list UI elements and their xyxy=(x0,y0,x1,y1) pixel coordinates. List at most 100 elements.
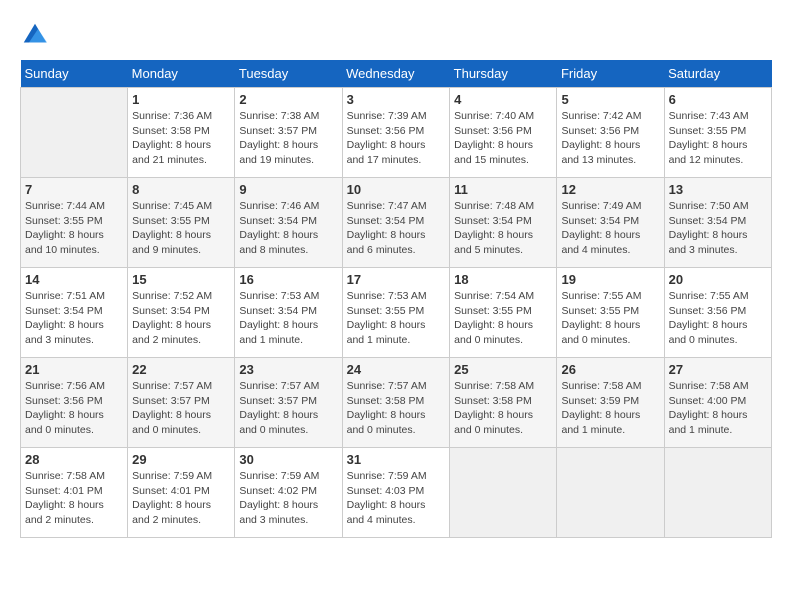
day-of-week-monday: Monday xyxy=(128,60,235,88)
calendar-cell: 19 Sunrise: 7:55 AM Sunset: 3:55 PM Dayli… xyxy=(557,268,664,358)
day-number: 8 xyxy=(132,182,230,197)
calendar-cell: 5 Sunrise: 7:42 AM Sunset: 3:56 PM Daylig… xyxy=(557,88,664,178)
day-number: 30 xyxy=(239,452,337,467)
page-header xyxy=(20,20,772,50)
calendar-table: SundayMondayTuesdayWednesdayThursdayFrid… xyxy=(20,60,772,538)
calendar-cell: 29 Sunrise: 7:59 AM Sunset: 4:01 PM Dayli… xyxy=(128,448,235,538)
day-info: Sunrise: 7:57 AM Sunset: 3:57 PM Dayligh… xyxy=(239,379,337,438)
day-number: 31 xyxy=(347,452,446,467)
week-row-4: 21Sunrise: 7:56 AM Sunset: 3:56 PM Dayli… xyxy=(21,358,772,448)
day-info: Sunrise: 7:54 AM Sunset: 3:55 PM Dayligh… xyxy=(454,289,552,348)
calendar-cell: 25 Sunrise: 7:58 AM Sunset: 3:58 PM Dayli… xyxy=(450,358,557,448)
day-info: Sunrise: 7:44 AM Sunset: 3:55 PM Dayligh… xyxy=(25,199,123,258)
day-info: Sunrise: 7:58 AM Sunset: 4:00 PM Dayligh… xyxy=(669,379,767,438)
day-of-week-sunday: Sunday xyxy=(21,60,128,88)
day-number: 23 xyxy=(239,362,337,377)
day-info: Sunrise: 7:57 AM Sunset: 3:58 PM Dayligh… xyxy=(347,379,446,438)
day-number: 10 xyxy=(347,182,446,197)
calendar-cell: 9Sunrise: 7:46 AM Sunset: 3:54 PM Daylig… xyxy=(235,178,342,268)
day-info: Sunrise: 7:36 AM Sunset: 3:58 PM Dayligh… xyxy=(132,109,230,168)
day-info: Sunrise: 7:38 AM Sunset: 3:57 PM Dayligh… xyxy=(239,109,337,168)
week-row-3: 14 Sunrise: 7:51 AM Sunset: 3:54 PM Dayli… xyxy=(21,268,772,358)
calendar-cell: 3 Sunrise: 7:39 AM Sunset: 3:56 PM Daylig… xyxy=(342,88,450,178)
calendar-cell: 10Sunrise: 7:47 AM Sunset: 3:54 PM Dayli… xyxy=(342,178,450,268)
day-info: Sunrise: 7:45 AM Sunset: 3:55 PM Dayligh… xyxy=(132,199,230,258)
day-number: 17 xyxy=(347,272,446,287)
day-of-week-wednesday: Wednesday xyxy=(342,60,450,88)
day-of-week-friday: Friday xyxy=(557,60,664,88)
calendar-cell: 23 Sunrise: 7:57 AM Sunset: 3:57 PM Dayli… xyxy=(235,358,342,448)
day-number: 20 xyxy=(669,272,767,287)
day-number: 14 xyxy=(25,272,123,287)
calendar-cell: 13Sunrise: 7:50 AM Sunset: 3:54 PM Dayli… xyxy=(664,178,771,268)
day-info: Sunrise: 7:43 AM Sunset: 3:55 PM Dayligh… xyxy=(669,109,767,168)
day-of-week-saturday: Saturday xyxy=(664,60,771,88)
day-number: 15 xyxy=(132,272,230,287)
calendar-cell: 21Sunrise: 7:56 AM Sunset: 3:56 PM Dayli… xyxy=(21,358,128,448)
day-number: 25 xyxy=(454,362,552,377)
day-info: Sunrise: 7:42 AM Sunset: 3:56 PM Dayligh… xyxy=(561,109,659,168)
calendar-cell xyxy=(450,448,557,538)
day-number: 2 xyxy=(239,92,337,107)
calendar-cell: 8 Sunrise: 7:45 AM Sunset: 3:55 PM Daylig… xyxy=(128,178,235,268)
week-row-5: 28 Sunrise: 7:58 AM Sunset: 4:01 PM Dayli… xyxy=(21,448,772,538)
day-info: Sunrise: 7:40 AM Sunset: 3:56 PM Dayligh… xyxy=(454,109,552,168)
day-number: 13 xyxy=(669,182,767,197)
calendar-cell: 30 Sunrise: 7:59 AM Sunset: 4:02 PM Dayli… xyxy=(235,448,342,538)
day-info: Sunrise: 7:59 AM Sunset: 4:03 PM Dayligh… xyxy=(347,469,446,528)
day-number: 9 xyxy=(239,182,337,197)
calendar-cell: 4Sunrise: 7:40 AM Sunset: 3:56 PM Daylig… xyxy=(450,88,557,178)
day-number: 27 xyxy=(669,362,767,377)
calendar-cell: 24Sunrise: 7:57 AM Sunset: 3:58 PM Dayli… xyxy=(342,358,450,448)
day-number: 19 xyxy=(561,272,659,287)
day-number: 12 xyxy=(561,182,659,197)
day-number: 29 xyxy=(132,452,230,467)
days-of-week-row: SundayMondayTuesdayWednesdayThursdayFrid… xyxy=(21,60,772,88)
calendar-cell: 7 Sunrise: 7:44 AM Sunset: 3:55 PM Daylig… xyxy=(21,178,128,268)
day-number: 5 xyxy=(561,92,659,107)
calendar-cell: 14 Sunrise: 7:51 AM Sunset: 3:54 PM Dayli… xyxy=(21,268,128,358)
day-info: Sunrise: 7:59 AM Sunset: 4:02 PM Dayligh… xyxy=(239,469,337,528)
day-info: Sunrise: 7:48 AM Sunset: 3:54 PM Dayligh… xyxy=(454,199,552,258)
day-number: 3 xyxy=(347,92,446,107)
calendar-cell: 31 Sunrise: 7:59 AM Sunset: 4:03 PM Dayli… xyxy=(342,448,450,538)
day-info: Sunrise: 7:52 AM Sunset: 3:54 PM Dayligh… xyxy=(132,289,230,348)
calendar-cell: 17 Sunrise: 7:53 AM Sunset: 3:55 PM Dayli… xyxy=(342,268,450,358)
calendar-cell: 6Sunrise: 7:43 AM Sunset: 3:55 PM Daylig… xyxy=(664,88,771,178)
day-number: 7 xyxy=(25,182,123,197)
day-info: Sunrise: 7:58 AM Sunset: 3:59 PM Dayligh… xyxy=(561,379,659,438)
day-info: Sunrise: 7:58 AM Sunset: 3:58 PM Dayligh… xyxy=(454,379,552,438)
logo-icon xyxy=(20,20,50,50)
week-row-1: 1 Sunrise: 7:36 AM Sunset: 3:58 PM Daylig… xyxy=(21,88,772,178)
calendar-cell: 11Sunrise: 7:48 AM Sunset: 3:54 PM Dayli… xyxy=(450,178,557,268)
day-of-week-thursday: Thursday xyxy=(450,60,557,88)
day-number: 16 xyxy=(239,272,337,287)
day-info: Sunrise: 7:53 AM Sunset: 3:55 PM Dayligh… xyxy=(347,289,446,348)
day-info: Sunrise: 7:53 AM Sunset: 3:54 PM Dayligh… xyxy=(239,289,337,348)
week-row-2: 7 Sunrise: 7:44 AM Sunset: 3:55 PM Daylig… xyxy=(21,178,772,268)
logo xyxy=(20,20,54,50)
calendar-cell: 15 Sunrise: 7:52 AM Sunset: 3:54 PM Dayli… xyxy=(128,268,235,358)
calendar-cell: 22Sunrise: 7:57 AM Sunset: 3:57 PM Dayli… xyxy=(128,358,235,448)
day-number: 18 xyxy=(454,272,552,287)
calendar-cell xyxy=(664,448,771,538)
calendar-cell: 16 Sunrise: 7:53 AM Sunset: 3:54 PM Dayli… xyxy=(235,268,342,358)
calendar-cell: 26Sunrise: 7:58 AM Sunset: 3:59 PM Dayli… xyxy=(557,358,664,448)
calendar-cell: 20 Sunrise: 7:55 AM Sunset: 3:56 PM Dayli… xyxy=(664,268,771,358)
day-number: 1 xyxy=(132,92,230,107)
day-info: Sunrise: 7:39 AM Sunset: 3:56 PM Dayligh… xyxy=(347,109,446,168)
calendar-cell xyxy=(557,448,664,538)
calendar-cell: 1 Sunrise: 7:36 AM Sunset: 3:58 PM Daylig… xyxy=(128,88,235,178)
day-info: Sunrise: 7:58 AM Sunset: 4:01 PM Dayligh… xyxy=(25,469,123,528)
calendar-header: SundayMondayTuesdayWednesdayThursdayFrid… xyxy=(21,60,772,88)
day-number: 21 xyxy=(25,362,123,377)
day-number: 28 xyxy=(25,452,123,467)
day-info: Sunrise: 7:51 AM Sunset: 3:54 PM Dayligh… xyxy=(25,289,123,348)
calendar-cell: 18 Sunrise: 7:54 AM Sunset: 3:55 PM Dayli… xyxy=(450,268,557,358)
day-info: Sunrise: 7:55 AM Sunset: 3:56 PM Dayligh… xyxy=(669,289,767,348)
day-info: Sunrise: 7:55 AM Sunset: 3:55 PM Dayligh… xyxy=(561,289,659,348)
calendar-cell xyxy=(21,88,128,178)
calendar-cell: 2 Sunrise: 7:38 AM Sunset: 3:57 PM Daylig… xyxy=(235,88,342,178)
day-info: Sunrise: 7:57 AM Sunset: 3:57 PM Dayligh… xyxy=(132,379,230,438)
day-info: Sunrise: 7:59 AM Sunset: 4:01 PM Dayligh… xyxy=(132,469,230,528)
